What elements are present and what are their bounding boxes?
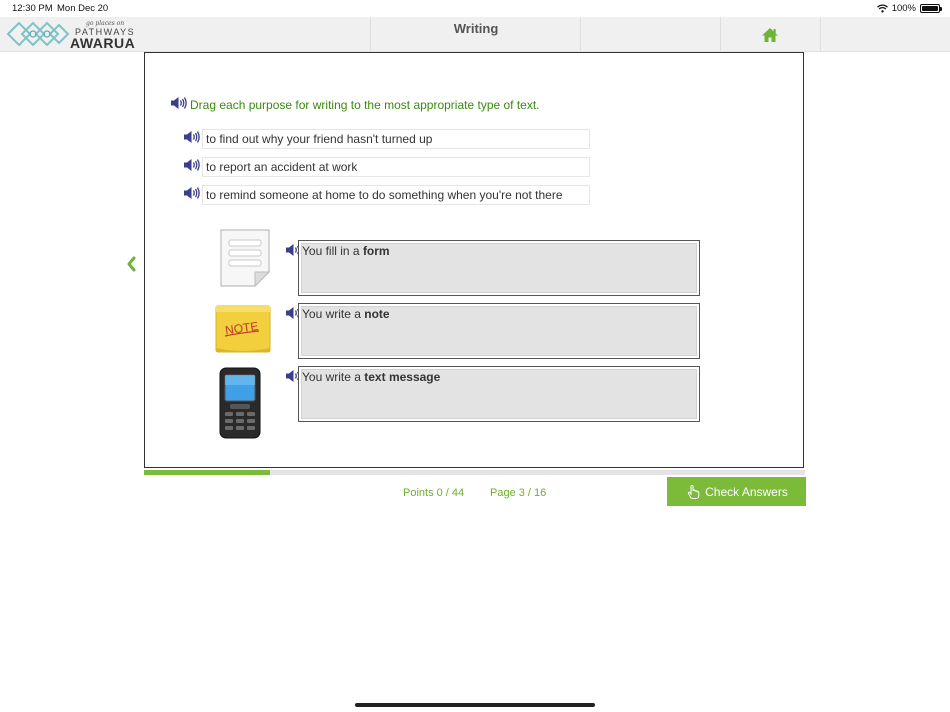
battery-percent: 100% (891, 3, 916, 14)
status-date: Mon Dec 20 (57, 3, 109, 14)
check-answers-label: Check Answers (705, 484, 788, 499)
status-time: 12:30 PM (12, 3, 53, 14)
drag-item-text[interactable]: to find out why your friend hasn't turne… (202, 129, 590, 149)
instruction: Drag each purpose for writing to the mos… (170, 94, 540, 112)
speaker-icon[interactable] (170, 96, 187, 110)
wifi-icon (876, 4, 888, 13)
drag-item[interactable]: to remind someone at home to do somethin… (183, 185, 590, 205)
speaker-icon[interactable] (183, 130, 200, 144)
target-label: You write a text message (302, 370, 440, 384)
header-divider (720, 17, 721, 51)
home-button[interactable] (760, 26, 780, 44)
progress-fill (144, 470, 270, 475)
header-divider (820, 17, 821, 51)
target-label-prefix: You write a (302, 307, 365, 321)
drag-item[interactable]: to find out why your friend hasn't turne… (183, 129, 590, 149)
home-indicator (355, 703, 595, 707)
battery-icon (920, 4, 942, 13)
logo-tagline: go places on (86, 20, 125, 27)
status-indicators: 100% (876, 3, 942, 14)
check-answers-button[interactable]: Check Answers (667, 477, 806, 506)
form-document-icon (219, 228, 271, 293)
activity-panel: Drag each purpose for writing to the mos… (144, 52, 804, 468)
points-counter: Points 0 / 44 (403, 487, 465, 499)
target-label-prefix: You write a (302, 370, 365, 384)
sticky-note-icon: NOTE (215, 304, 271, 359)
target-label-prefix: You fill in a (302, 244, 363, 258)
drag-item[interactable]: to report an accident at work (183, 157, 590, 177)
speaker-icon[interactable] (183, 186, 200, 200)
pathways-awarua-logo[interactable]: go places on PATHWAYS AWARUA (6, 19, 136, 51)
instruction-text: Drag each purpose for writing to the mos… (190, 98, 540, 112)
logo-awarua: AWARUA (70, 35, 136, 51)
logo-diamonds-icon (6, 21, 70, 47)
target-label: You write a note (302, 307, 390, 321)
speaker-icon[interactable] (183, 158, 200, 172)
chevron-left-icon (127, 256, 136, 272)
target-label-bold: note (364, 307, 390, 321)
drag-item-text[interactable]: to remind someone at home to do somethin… (202, 185, 590, 205)
target-label-bold: text message (364, 370, 441, 384)
page-title: Writing (453, 21, 499, 36)
previous-page-button[interactable] (124, 253, 140, 275)
app-header: go places on PATHWAYS AWARUA Writing (0, 17, 950, 52)
status-bar: 12:30 PM Mon Dec 20 100% (0, 0, 950, 17)
target-label-bold: form (362, 244, 390, 258)
hand-pointer-icon (687, 484, 700, 499)
progress-bar (144, 470, 805, 475)
target-label: You fill in a form (302, 244, 390, 258)
page-counter: Page 3 / 16 (490, 487, 547, 499)
mobile-phone-icon (218, 367, 262, 444)
home-icon (762, 28, 778, 42)
drag-item-text[interactable]: to report an accident at work (202, 157, 590, 177)
